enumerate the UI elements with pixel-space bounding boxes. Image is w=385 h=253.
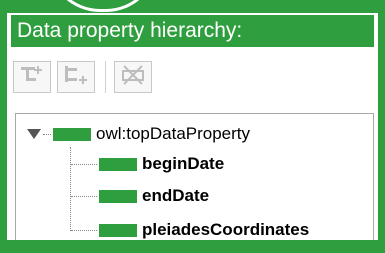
expand-collapse-icon[interactable] <box>27 129 41 139</box>
delete-property-icon <box>120 64 146 91</box>
property-tree: owl:topDataProperty beginDate endDate pl… <box>15 113 374 248</box>
panel-title: Data property hierarchy: <box>11 15 374 47</box>
data-property-icon <box>99 223 137 237</box>
tree-node-begindate[interactable]: beginDate <box>71 153 224 175</box>
bottom-border <box>0 240 385 253</box>
tree-connector-line <box>71 163 97 165</box>
tree-node-pleiadescoordinates[interactable]: pleiadesCoordinates <box>71 219 309 241</box>
data-property-icon <box>53 127 91 141</box>
window-frame: Data property hierarchy: owl:topDataProp… <box>0 0 385 253</box>
tree-connector-line <box>71 195 97 197</box>
decorative-arc <box>48 0 158 12</box>
tree-connector-line <box>43 133 51 135</box>
tree-node-root[interactable]: owl:topDataProperty <box>27 123 250 145</box>
data-property-hierarchy-panel: Data property hierarchy: owl:topDataProp… <box>7 13 378 253</box>
add-sibling-property-button[interactable] <box>57 61 95 93</box>
add-subproperty-button[interactable] <box>13 61 51 93</box>
hierarchy-toolbar <box>13 59 158 95</box>
data-property-icon <box>99 189 137 203</box>
data-property-icon <box>99 157 137 171</box>
tree-connector-line <box>71 229 97 231</box>
tree-node-label: pleiadesCoordinates <box>142 220 310 239</box>
tree-node-enddate[interactable]: endDate <box>71 185 209 207</box>
tree-node-label: endDate <box>142 186 210 205</box>
add-sibling-property-icon <box>63 64 89 91</box>
delete-property-button[interactable] <box>114 61 152 93</box>
add-subproperty-icon <box>19 64 45 91</box>
tree-node-label: beginDate <box>142 154 225 173</box>
tree-node-label: owl:topDataProperty <box>96 124 251 143</box>
toolbar-separator <box>105 61 106 93</box>
